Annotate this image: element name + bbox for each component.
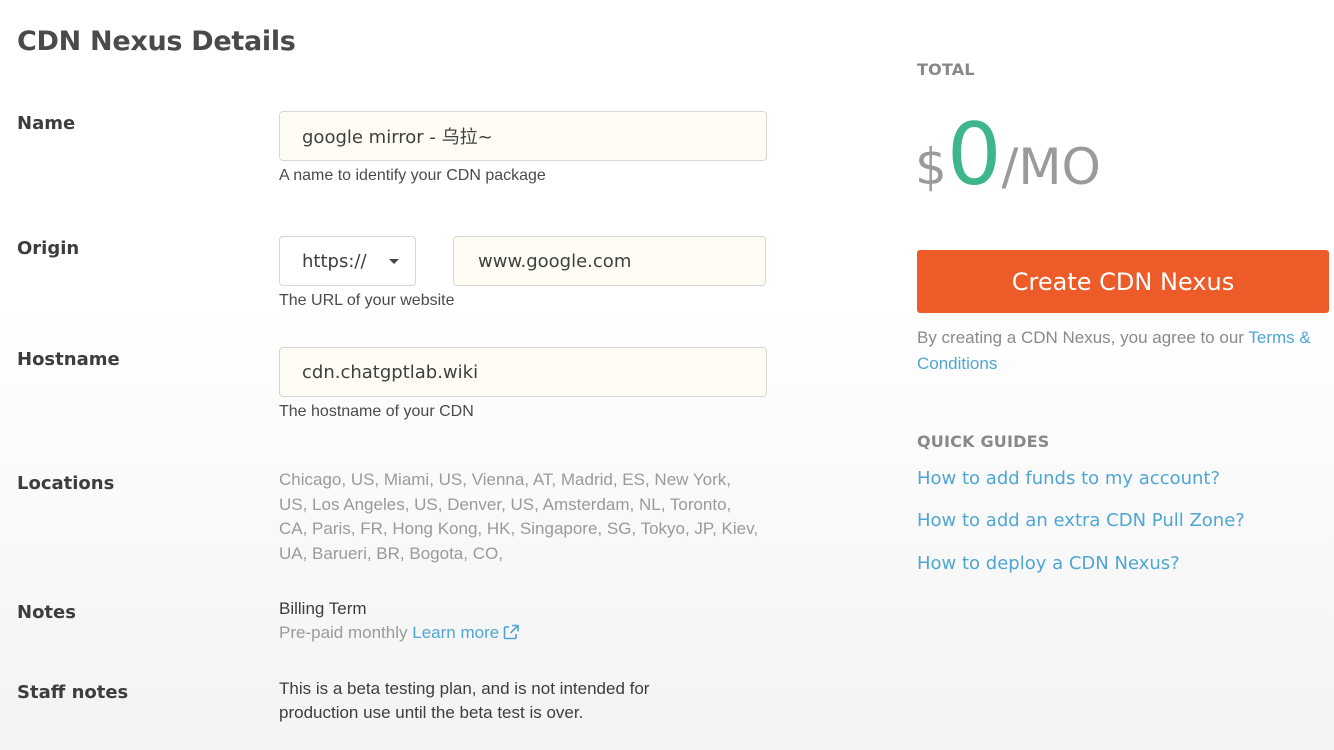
caret-down-icon xyxy=(389,259,399,264)
name-label: Name xyxy=(17,113,76,134)
origin-input[interactable]: www.google.com xyxy=(453,236,766,286)
origin-label: Origin xyxy=(17,238,80,259)
create-cdn-nexus-button[interactable]: Create CDN Nexus xyxy=(917,250,1329,313)
learn-more-link[interactable]: Learn more xyxy=(412,623,499,642)
price-currency: $ xyxy=(915,138,947,196)
billing-term-label: Billing Term xyxy=(279,599,367,618)
guide-link-add-funds[interactable]: How to add funds to my account? xyxy=(917,468,1220,489)
name-input[interactable]: google mirror - 乌拉~ xyxy=(279,111,767,161)
staff-notes-label: Staff notes xyxy=(17,682,129,703)
agreement-text: By creating a CDN Nexus, you agree to ou… xyxy=(917,325,1329,377)
name-help: A name to identify your CDN package xyxy=(279,167,546,184)
protocol-select[interactable]: https:// xyxy=(279,236,416,286)
quick-guides-label: QUICK GUIDES xyxy=(917,432,1050,451)
staff-notes-line2: production use until the beta test is ov… xyxy=(279,703,584,722)
guide-link-pull-zone[interactable]: How to add an extra CDN Pull Zone? xyxy=(917,510,1245,531)
price-period: /MO xyxy=(1001,138,1101,196)
billing-plan: Pre-paid monthly Learn more xyxy=(279,621,520,645)
locations-label: Locations xyxy=(17,473,115,494)
hostname-help: The hostname of your CDN xyxy=(279,403,474,420)
page-title: CDN Nexus Details xyxy=(17,26,296,57)
billing-plan-text: Pre-paid monthly xyxy=(279,623,408,642)
protocol-value: https:// xyxy=(302,250,367,272)
hostname-label: Hostname xyxy=(17,349,120,370)
price-amount: 0 xyxy=(946,105,1002,205)
staff-notes-line1: This is a beta testing plan, and is not … xyxy=(279,679,650,698)
total-label: TOTAL xyxy=(917,60,975,79)
locations-list: Chicago, US, Miami, US, Vienna, AT, Madr… xyxy=(279,470,759,563)
price-display: $ 0 /MO xyxy=(915,112,1101,212)
notes-label: Notes xyxy=(17,602,76,623)
origin-help: The URL of your website xyxy=(279,292,455,309)
external-link-icon[interactable] xyxy=(503,624,520,640)
agreement-prefix: By creating a CDN Nexus, you agree to ou… xyxy=(917,328,1244,347)
hostname-input[interactable]: cdn.chatgptlab.wiki xyxy=(279,347,767,397)
guide-link-deploy[interactable]: How to deploy a CDN Nexus? xyxy=(917,553,1180,574)
